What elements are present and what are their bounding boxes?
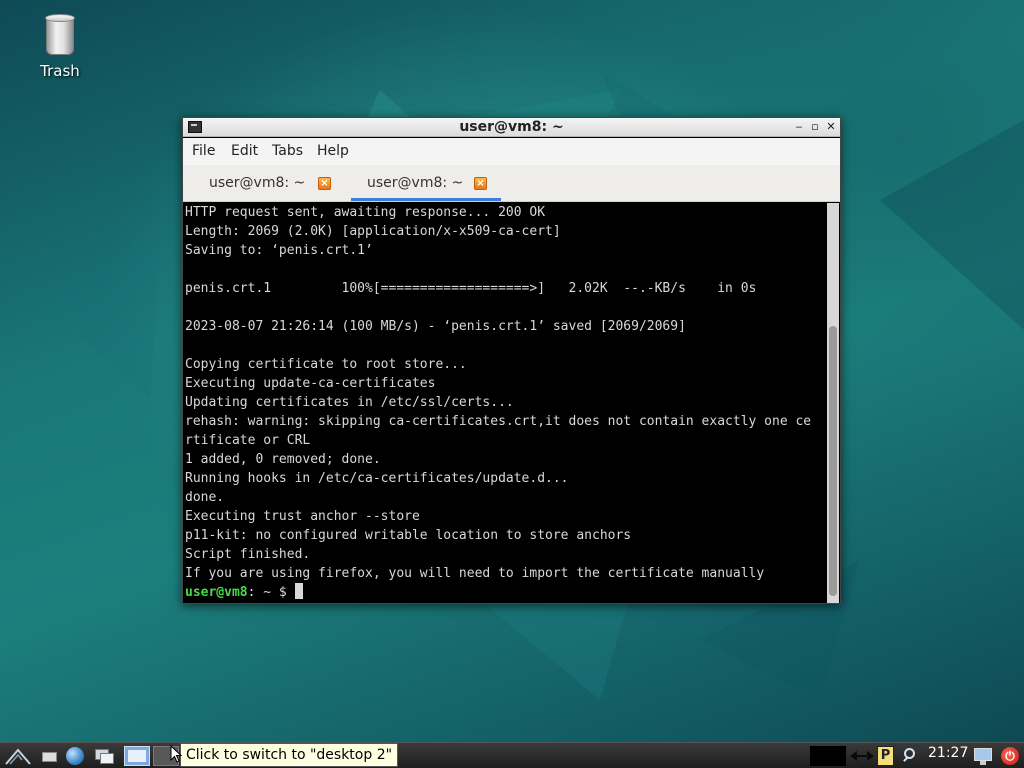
taskbar: P ⏻ bbox=[0, 742, 1024, 768]
tab-1[interactable]: user@vm8: ~ ⨯ bbox=[193, 165, 343, 201]
windows-icon[interactable] bbox=[93, 746, 115, 766]
trash-can-icon bbox=[44, 14, 76, 56]
web-browser-icon[interactable] bbox=[65, 746, 85, 766]
desktop-icon-trash[interactable]: Trash bbox=[30, 10, 90, 80]
taskbar-window-button[interactable] bbox=[810, 746, 846, 766]
terminal-line: Length: 2069 (2.0K) [application/x-x509-… bbox=[185, 224, 561, 239]
desktop-1-icon[interactable] bbox=[124, 746, 150, 766]
close-button[interactable]: ✕ bbox=[824, 120, 838, 134]
file-manager-icon[interactable] bbox=[40, 746, 58, 766]
terminal-line: Updating certificates in /etc/ssl/certs.… bbox=[185, 395, 514, 410]
menu-tabs[interactable]: Tabs bbox=[272, 143, 303, 159]
network-icon[interactable] bbox=[972, 746, 994, 766]
tab-bar: user@vm8: ~ ⨯ user@vm8: ~ ⨯ bbox=[183, 165, 840, 202]
pager-p-icon[interactable]: P bbox=[877, 746, 894, 766]
terminal-line: p11-kit: no configured writable location… bbox=[185, 528, 632, 543]
menu-edit[interactable]: Edit bbox=[231, 143, 258, 159]
search-icon[interactable] bbox=[900, 746, 922, 766]
menu-file[interactable]: File bbox=[192, 143, 215, 159]
terminal-line: Copying certificate to root store... bbox=[185, 357, 467, 372]
start-menu-icon[interactable] bbox=[4, 746, 32, 766]
terminal-window[interactable]: user@vm8: ~ ‒ ▫ ✕ File Edit Tabs Help us… bbox=[182, 117, 841, 604]
window-titlebar[interactable]: user@vm8: ~ ‒ ▫ ✕ bbox=[183, 118, 840, 137]
power-icon[interactable]: ⏻ bbox=[1000, 746, 1020, 766]
desktop-icon-label: Trash bbox=[40, 62, 80, 80]
scrollbar-thumb[interactable] bbox=[829, 326, 837, 596]
tab-label: user@vm8: ~ bbox=[367, 175, 464, 191]
prompt-user: user@vm8 bbox=[185, 585, 248, 600]
tab-label: user@vm8: ~ bbox=[209, 175, 306, 191]
text-cursor bbox=[294, 583, 303, 599]
terminal-line: Saving to: ‘penis.crt.1’ bbox=[185, 243, 373, 258]
tooltip: Click to switch to "desktop 2" bbox=[180, 743, 399, 767]
window-title: user@vm8: ~ bbox=[459, 119, 564, 135]
maximize-button[interactable]: ▫ bbox=[808, 120, 822, 134]
tab-close-icon[interactable]: ⨯ bbox=[318, 177, 331, 190]
terminal-output[interactable]: HTTP request sent, awaiting response... … bbox=[185, 203, 827, 603]
terminal-line: Script finished. bbox=[185, 547, 311, 562]
menu-bar: File Edit Tabs Help bbox=[183, 138, 840, 165]
terminal-line: 2023-08-07 21:26:14 (100 MB/s) - ‘penis.… bbox=[185, 319, 686, 334]
terminal-line: rehash: warning: skipping ca-certificate… bbox=[185, 414, 812, 429]
terminal-line: Executing trust anchor --store bbox=[185, 509, 420, 524]
tab-2[interactable]: user@vm8: ~ ⨯ bbox=[351, 165, 501, 201]
arrows-icon[interactable] bbox=[848, 746, 876, 766]
terminal-line: Running hooks in /etc/ca-certificates/up… bbox=[185, 471, 569, 486]
terminal-line: Executing update-ca-certificates bbox=[185, 376, 436, 391]
terminal-line: If you are using firefox, you will need … bbox=[185, 566, 765, 581]
clock[interactable]: 21:27 bbox=[928, 745, 968, 761]
terminal-line: rtificate or CRL bbox=[185, 433, 311, 448]
minimize-button[interactable]: ‒ bbox=[792, 120, 806, 134]
terminal-line: done. bbox=[185, 490, 225, 505]
prompt-path: : ~ $ bbox=[247, 585, 295, 600]
terminal-line: 1 added, 0 removed; done. bbox=[185, 452, 381, 467]
terminal-line: penis.crt.1 100%[===================>] 2… bbox=[185, 281, 757, 296]
terminal-scrollbar[interactable] bbox=[827, 203, 839, 603]
terminal-line: HTTP request sent, awaiting response... … bbox=[185, 205, 546, 220]
mouse-pointer-icon bbox=[170, 745, 182, 763]
menu-help[interactable]: Help bbox=[317, 143, 349, 159]
terminal-prompt[interactable]: user@vm8: ~ $ bbox=[185, 583, 827, 602]
tab-close-icon[interactable]: ⨯ bbox=[474, 177, 487, 190]
